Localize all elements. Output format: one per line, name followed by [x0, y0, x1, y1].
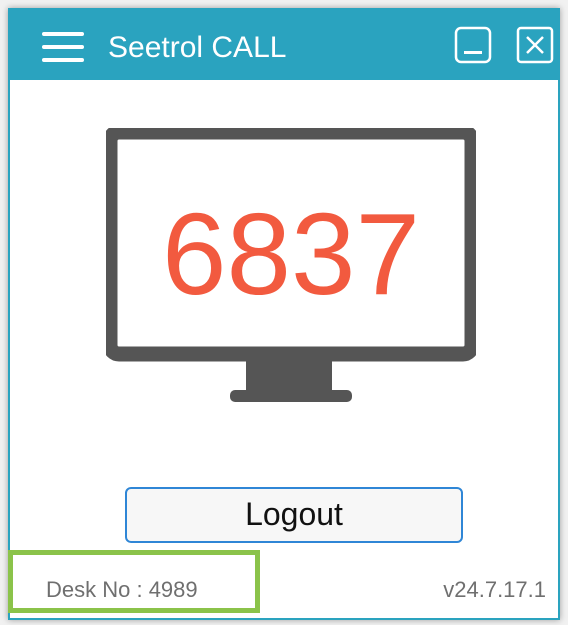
minimize-button[interactable]	[454, 26, 492, 64]
close-icon	[516, 26, 554, 64]
app-title: Seetrol CALL	[108, 31, 287, 64]
logout-button[interactable]: Logout	[125, 487, 463, 543]
main-panel: 6837 Logout Desk No : 4989 v24.7.17.1	[10, 80, 558, 618]
connection-code: 6837	[161, 189, 421, 319]
close-button[interactable]	[516, 26, 554, 64]
version-label: v24.7.17.1	[443, 577, 546, 602]
app-window: Seetrol CALL 6837 Logout Desk No : 4989 …	[8, 8, 560, 620]
title-bar[interactable]: Seetrol CALL	[10, 10, 558, 80]
minimize-icon	[454, 26, 492, 64]
desk-number-highlight	[8, 550, 260, 613]
hamburger-menu-icon[interactable]	[42, 32, 84, 62]
